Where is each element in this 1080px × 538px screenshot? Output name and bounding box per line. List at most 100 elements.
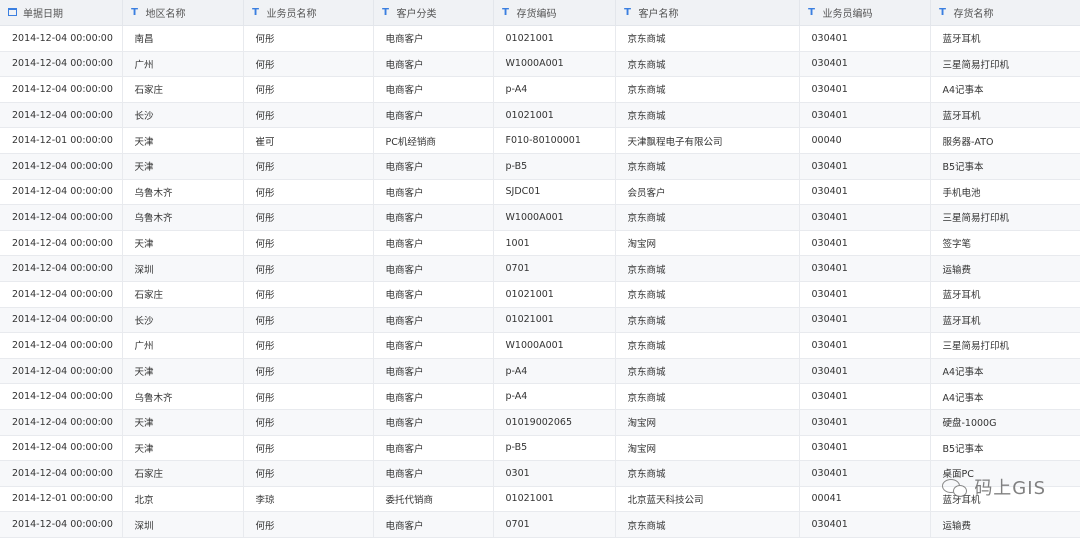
table-cell[interactable]: 会员客户 <box>615 179 800 206</box>
table-row[interactable]: 2014-12-04 00:00:00 天津 何彤 电商客户 01019002065 淘宝… <box>0 409 1080 436</box>
table-cell[interactable]: 01021001 <box>493 102 616 129</box>
table-cell[interactable]: 电商客户 <box>373 281 494 308</box>
table-cell[interactable]: 石家庄 <box>122 281 244 308</box>
table-cell[interactable]: 京东商城 <box>615 255 800 282</box>
table-cell[interactable]: 深圳 <box>122 255 244 282</box>
column-header-4[interactable]: T 存货编码 <box>493 0 616 26</box>
table-cell[interactable]: 京东商城 <box>615 153 800 180</box>
table-cell[interactable]: 京东商城 <box>615 25 800 52</box>
table-cell[interactable]: 电商客户 <box>373 460 494 487</box>
table-cell[interactable]: p-A4 <box>493 76 616 103</box>
table-cell[interactable]: 三星简易打印机 <box>930 332 1080 359</box>
table-cell[interactable]: 何彤 <box>243 332 374 359</box>
table-cell[interactable]: 何彤 <box>243 255 374 282</box>
table-cell[interactable]: 电商客户 <box>373 332 494 359</box>
table-row[interactable]: 2014-12-04 00:00:00 石家庄 何彤 电商客户 0301 京东商城 0304… <box>0 460 1080 487</box>
table-cell[interactable]: 天津 <box>122 409 244 436</box>
table-cell[interactable]: 北京蓝天科技公司 <box>615 486 800 513</box>
table-cell[interactable]: 030401 <box>799 383 931 410</box>
table-cell[interactable]: 01021001 <box>493 486 616 513</box>
table-row[interactable]: 2014-12-04 00:00:00 南昌 何彤 电商客户 01021001 京东商城 0… <box>0 25 1080 52</box>
table-cell[interactable]: SJDC01 <box>493 179 616 206</box>
table-cell[interactable]: 电商客户 <box>373 409 494 436</box>
table-cell[interactable]: 蓝牙耳机 <box>930 281 1080 308</box>
table-cell[interactable]: 电商客户 <box>373 153 494 180</box>
table-cell[interactable]: 京东商城 <box>615 102 800 129</box>
table-cell[interactable]: 京东商城 <box>615 51 800 78</box>
table-cell[interactable]: 030401 <box>799 102 931 129</box>
table-cell[interactable]: 030401 <box>799 230 931 257</box>
table-cell[interactable]: 电商客户 <box>373 255 494 282</box>
table-cell[interactable]: 石家庄 <box>122 460 244 487</box>
table-cell[interactable]: 硬盘-1000G <box>930 409 1080 436</box>
table-cell[interactable]: 何彤 <box>243 25 374 52</box>
table-cell[interactable]: 深圳 <box>122 511 244 538</box>
table-row[interactable]: 2014-12-04 00:00:00 广州 何彤 电商客户 W1000A001 京东商城… <box>0 332 1080 359</box>
table-cell[interactable]: 广州 <box>122 332 244 359</box>
table-cell[interactable]: 电商客户 <box>373 383 494 410</box>
table-cell[interactable]: 2014-12-04 00:00:00 <box>0 76 123 103</box>
table-cell[interactable]: 石家庄 <box>122 76 244 103</box>
table-cell[interactable]: p-A4 <box>493 383 616 410</box>
table-row[interactable]: 2014-12-04 00:00:00 深圳 何彤 电商客户 0701 京东商城 03040… <box>0 511 1080 538</box>
table-cell[interactable]: 京东商城 <box>615 204 800 231</box>
table-cell[interactable]: p-B5 <box>493 435 616 462</box>
column-header-1[interactable]: T 地区名称 <box>122 0 244 26</box>
table-row[interactable]: 2014-12-04 00:00:00 长沙 何彤 电商客户 01021001 京东商城 0… <box>0 102 1080 129</box>
table-cell[interactable]: 何彤 <box>243 358 374 385</box>
table-cell[interactable]: 何彤 <box>243 281 374 308</box>
table-cell[interactable]: 0701 <box>493 255 616 282</box>
table-cell[interactable]: 2014-12-04 00:00:00 <box>0 307 123 334</box>
table-cell[interactable]: 天津飘程电子有限公司 <box>615 127 800 154</box>
table-cell[interactable]: F010-80100001 <box>493 127 616 154</box>
table-cell[interactable]: 天津 <box>122 230 244 257</box>
table-cell[interactable]: 长沙 <box>122 102 244 129</box>
table-cell[interactable]: 广州 <box>122 51 244 78</box>
table-cell[interactable]: A4记事本 <box>930 383 1080 410</box>
table-cell[interactable]: 何彤 <box>243 153 374 180</box>
table-cell[interactable]: 京东商城 <box>615 460 800 487</box>
table-cell[interactable]: 030401 <box>799 255 931 282</box>
table-cell[interactable]: 淘宝网 <box>615 230 800 257</box>
table-cell[interactable]: 何彤 <box>243 76 374 103</box>
table-cell[interactable]: 2014-12-04 00:00:00 <box>0 383 123 410</box>
table-cell[interactable]: 电商客户 <box>373 358 494 385</box>
table-cell[interactable]: 三星简易打印机 <box>930 51 1080 78</box>
table-cell[interactable]: 030401 <box>799 409 931 436</box>
table-cell[interactable]: 何彤 <box>243 460 374 487</box>
table-cell[interactable]: 电商客户 <box>373 204 494 231</box>
table-cell[interactable]: 淘宝网 <box>615 435 800 462</box>
table-cell[interactable]: 2014-12-04 00:00:00 <box>0 332 123 359</box>
table-cell[interactable]: 2014-12-04 00:00:00 <box>0 281 123 308</box>
table-cell[interactable]: p-B5 <box>493 153 616 180</box>
table-cell[interactable]: 何彤 <box>243 409 374 436</box>
column-header-2[interactable]: T 业务员名称 <box>243 0 374 26</box>
table-cell[interactable]: 蓝牙耳机 <box>930 102 1080 129</box>
table-cell[interactable]: 三星简易打印机 <box>930 204 1080 231</box>
table-cell[interactable]: 乌鲁木齐 <box>122 179 244 206</box>
table-cell[interactable]: 2014-12-04 00:00:00 <box>0 25 123 52</box>
table-cell[interactable]: 1001 <box>493 230 616 257</box>
table-cell[interactable]: 电商客户 <box>373 102 494 129</box>
table-cell[interactable]: 天津 <box>122 153 244 180</box>
table-cell[interactable]: 030401 <box>799 358 931 385</box>
table-cell[interactable]: 电商客户 <box>373 511 494 538</box>
table-cell[interactable]: 天津 <box>122 435 244 462</box>
table-cell[interactable]: 电商客户 <box>373 76 494 103</box>
table-cell[interactable]: 0301 <box>493 460 616 487</box>
table-cell[interactable]: 030401 <box>799 460 931 487</box>
table-cell[interactable]: 乌鲁木齐 <box>122 383 244 410</box>
table-cell[interactable]: 01021001 <box>493 281 616 308</box>
table-cell[interactable]: PC机经销商 <box>373 127 494 154</box>
table-cell[interactable]: 手机电池 <box>930 179 1080 206</box>
table-cell[interactable]: 2014-12-04 00:00:00 <box>0 230 123 257</box>
table-cell[interactable]: 京东商城 <box>615 281 800 308</box>
table-cell[interactable]: A4记事本 <box>930 76 1080 103</box>
table-row[interactable]: 2014-12-04 00:00:00 深圳 何彤 电商客户 0701 京东商城 03040… <box>0 255 1080 282</box>
table-cell[interactable]: 何彤 <box>243 307 374 334</box>
table-cell[interactable]: W1000A001 <box>493 204 616 231</box>
table-cell[interactable]: 2014-12-01 00:00:00 <box>0 127 123 154</box>
table-cell[interactable]: 01021001 <box>493 25 616 52</box>
table-cell[interactable]: 乌鲁木齐 <box>122 204 244 231</box>
table-cell[interactable]: 2014-12-04 00:00:00 <box>0 511 123 538</box>
